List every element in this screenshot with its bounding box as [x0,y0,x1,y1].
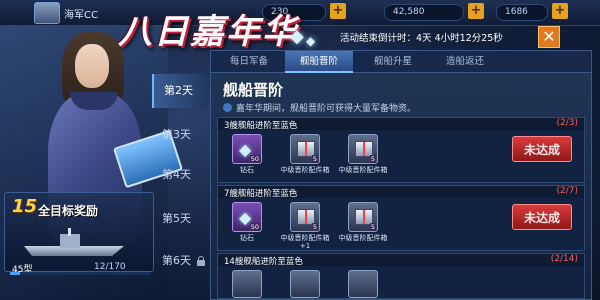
tab-ship-advance[interactable]: 舰船晋阶 [285,51,353,73]
player-name: 海军CC [64,10,98,21]
task-name: 14艘舰船进阶至蓝色 [224,257,303,267]
item-label: 中级晋阶配件箱 [280,166,330,174]
character-face [75,44,109,88]
day-tab-label: 第4天 [162,168,191,181]
reward-item-supply-box[interactable]: 5 [290,202,320,232]
day-tab-4[interactable]: 第4天 [152,158,208,192]
info-icon [223,103,232,112]
reward-item[interactable] [290,270,320,298]
category-tabs: 每日军备 舰船晋阶 舰船升星 造船返还 [211,51,591,73]
task-header: 3艘舰船进阶至蓝色 (2/3) [218,118,584,131]
resource-1-add-button[interactable]: + [330,3,346,19]
status-not-achieved-button[interactable]: 未达成 [512,136,572,162]
reward-item[interactable] [232,270,262,298]
resource-3-add-button[interactable]: + [552,3,568,19]
item-qty: 5 [369,223,376,231]
task-count: (2/7) [556,186,578,196]
close-button[interactable]: ✕ [538,26,560,48]
item-qty: 50 [249,223,260,231]
resource-2: 42,580 [384,4,464,21]
event-title: 八日嘉年华 [118,12,298,52]
task-row: 7艘舰船进阶至蓝色 (2/7) ◆ 50 钻石 5 中级晋阶配件箱+1 5 中级… [217,185,585,251]
tab-daily-armament[interactable]: 每日军备 [215,51,283,73]
task-name: 3艘舰船进阶至蓝色 [224,121,298,131]
task-header: 14艘舰船进阶至蓝色 (2/14) [218,254,584,267]
reward-count: 15 [12,196,38,217]
section-title: 舰船晋阶 [223,81,284,99]
event-countdown: 活动结束倒计时：4天 4小时12分25秒 [340,33,503,44]
reward-item-supply-box[interactable]: 5 [348,134,378,164]
reward-progress-fill [10,272,20,275]
day-tab-3[interactable]: 第3天 [152,118,208,152]
day-tab-label: 第2天 [164,84,193,97]
event-screen: 海军CC 230 + 42,580 + 1686 + 15 全目标奖励 45型 … [0,0,600,300]
reward-progress: 12/170 [94,262,126,272]
reward-progress-bar [10,272,150,275]
section-tip: 嘉年华期间，舰船晋阶可获得大量军备物资。 [223,101,416,114]
resource-2-add-button[interactable]: + [468,3,484,19]
status-not-achieved-button[interactable]: 未达成 [512,204,572,230]
tab-ship-star[interactable]: 舰船升星 [359,51,427,73]
task-count: (2/14) [550,254,578,264]
item-label: 钻石 [240,234,254,242]
day-tab-label: 第6天 [162,254,191,267]
day-tab-5[interactable]: 第5天 [152,202,208,236]
task-count: (2/3) [556,118,578,128]
item-qty: 5 [369,155,376,163]
tab-build-refund[interactable]: 造船返还 [431,51,499,73]
player-avatar[interactable] [34,2,60,24]
item-qty: 5 [311,155,318,163]
top-hud: 海军CC 230 + 42,580 + 1686 + [0,0,600,26]
reward-item-diamond[interactable]: ◆ 50 [232,202,262,232]
day-tab-2[interactable]: 第2天 [152,74,208,108]
main-panel: 每日军备 舰船晋阶 舰船升星 造船返还 舰船晋阶 嘉年华期间，舰船晋阶可获得大量… [210,50,592,300]
reward-item-diamond[interactable]: ◆ 50 [232,134,262,164]
task-row: 3艘舰船进阶至蓝色 (2/3) ◆ 50 钻石 5 中级晋阶配件箱 5 中级晋阶… [217,117,585,183]
resource-3: 1686 [496,4,548,21]
section-tip-text: 嘉年华期间，舰船晋阶可获得大量军备物资。 [236,104,417,114]
day-tab-label: 第3天 [162,128,191,141]
day-tab-6[interactable]: 第6天 [152,244,208,278]
resource-3-value: 1686 [505,7,528,17]
warship-icon [24,228,124,256]
reward-item-supply-box[interactable]: 5 [290,134,320,164]
reward-item[interactable] [348,270,378,298]
diamond-icon: ◆ [290,26,304,47]
item-label: 中级晋阶配件箱+1 [280,234,330,250]
diamond-icon: ◆ [306,34,316,48]
resource-2-value: 42,580 [393,7,425,17]
lock-icon [196,256,206,266]
day-tab-label: 第5天 [162,212,191,225]
task-name: 7艘舰船进阶至蓝色 [224,189,298,199]
item-label: 中级晋阶配件箱 [338,234,388,242]
item-label: 钻石 [240,166,254,174]
task-row: 14艘舰船进阶至蓝色 (2/14) [217,253,585,299]
reward-title: 全目标奖励 [38,204,99,218]
task-header: 7艘舰船进阶至蓝色 (2/7) [218,186,584,199]
item-qty: 50 [249,155,260,163]
item-qty: 5 [311,223,318,231]
reward-item-supply-box[interactable]: 5 [348,202,378,232]
item-label: 中级晋阶配件箱 [338,166,388,174]
